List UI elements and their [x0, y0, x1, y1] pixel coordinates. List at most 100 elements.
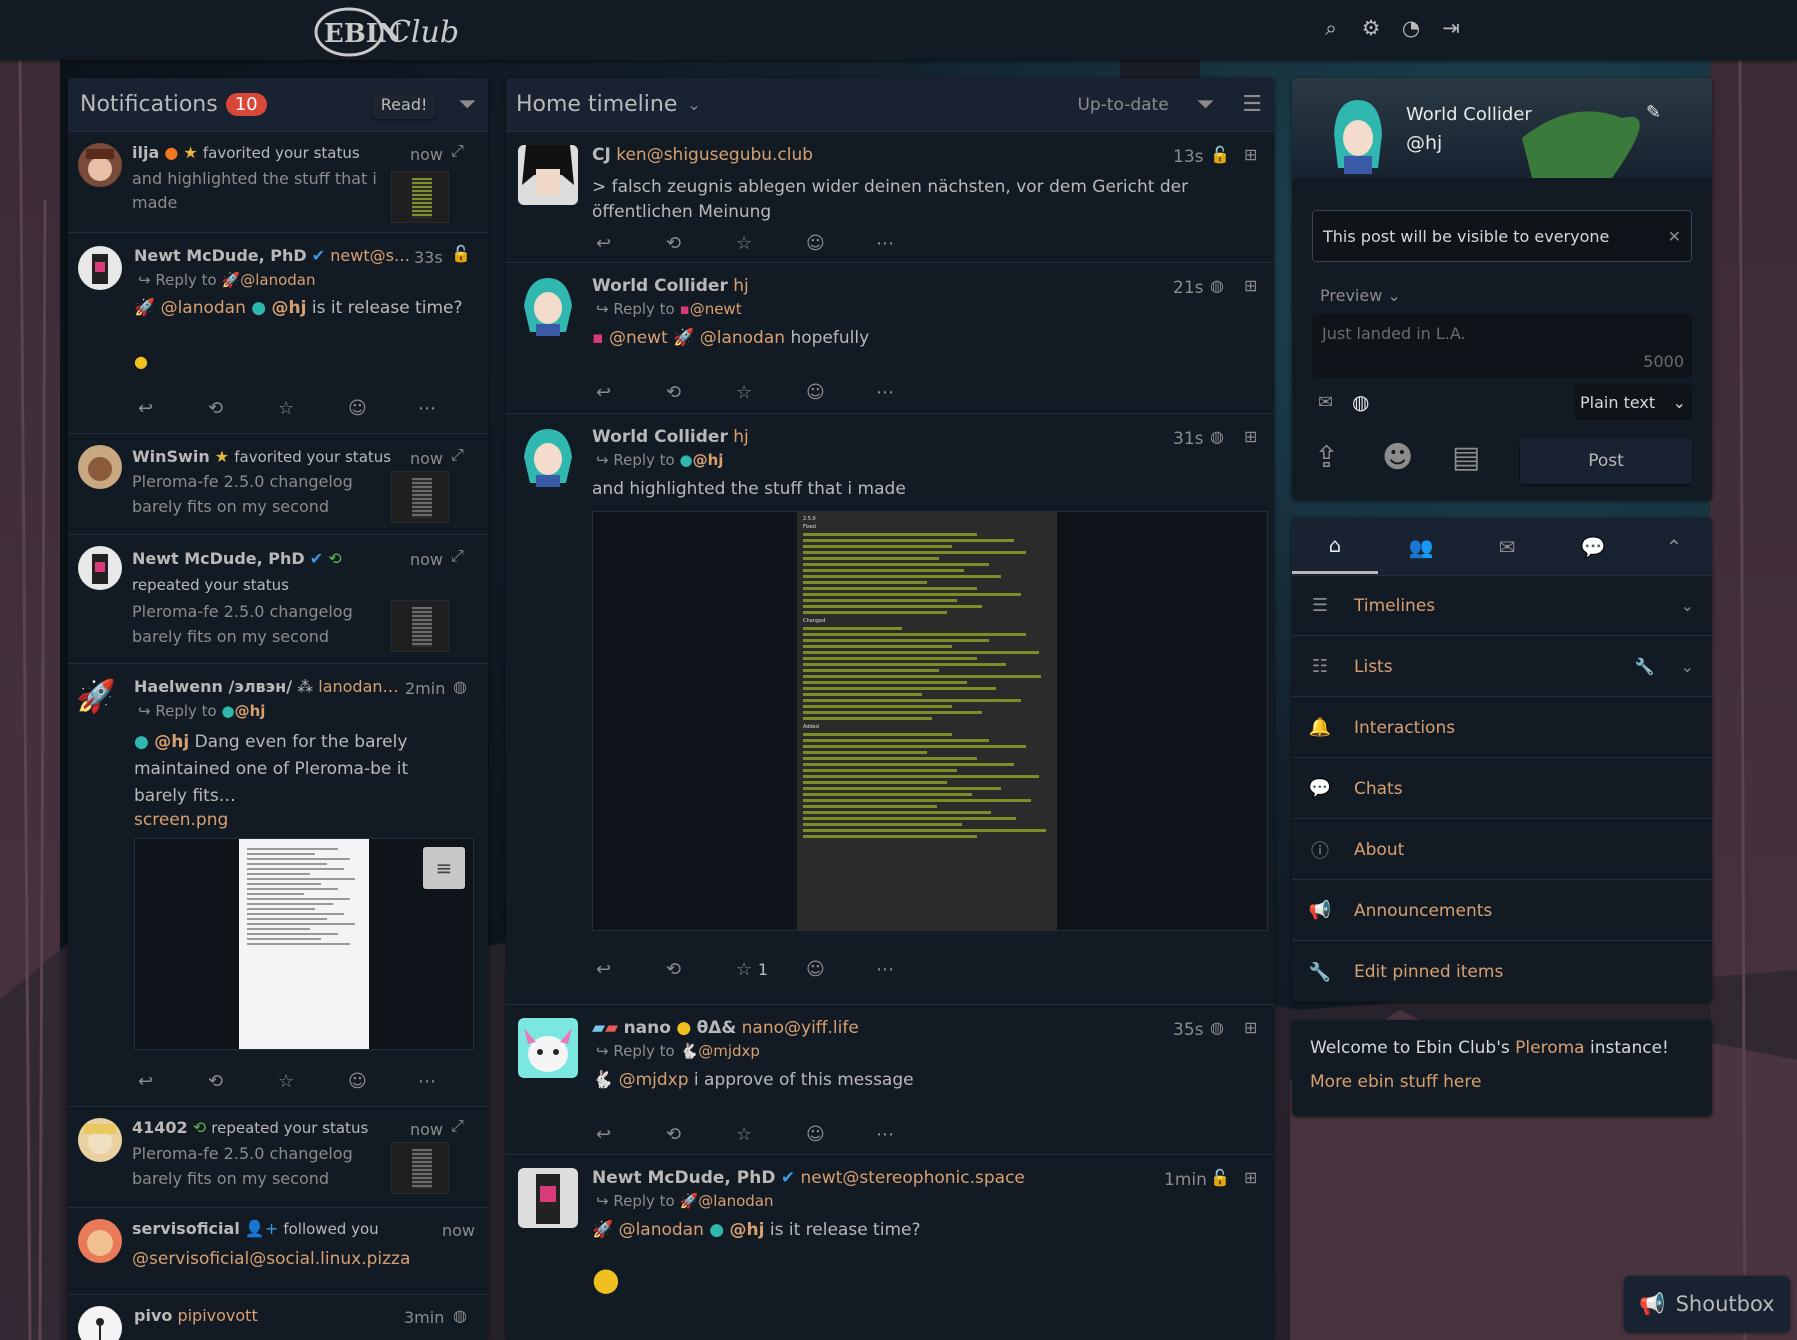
reply-target[interactable]: @lanodan [698, 1192, 773, 1210]
post-button[interactable]: Post [1520, 438, 1692, 484]
avatar[interactable] [78, 246, 122, 290]
mail-icon[interactable]: ✉ [1464, 535, 1550, 559]
favorite-icon[interactable]: ☆ [736, 382, 806, 403]
repeat-icon[interactable]: ⟲ [666, 959, 736, 980]
notification-item[interactable]: 41402 ⟲ repeated your status now ⤢ Plero… [68, 1108, 488, 1208]
notification-author[interactable]: ilja [132, 143, 159, 162]
post-textarea[interactable]: Just landed in L.A. 5000 [1312, 314, 1692, 378]
notification-item[interactable]: WinSwin ★ favorited your status now ⤢ Pl… [68, 435, 488, 535]
globe-icon[interactable]: ◍ [1352, 390, 1369, 414]
author-handle[interactable]: newt@s… [330, 246, 410, 265]
mail-icon[interactable]: ✉ [1318, 392, 1333, 413]
reply-target[interactable]: @hj [235, 702, 266, 720]
more-icon[interactable]: ⋯ [876, 382, 946, 403]
favorite-icon[interactable]: ☆ [736, 1124, 806, 1145]
notification-item[interactable]: 🚀 Haelwenn /элвэн/ ⁂ lanodan… 2min ◍ ↪ R… [68, 665, 488, 1107]
attachment-thumbnail[interactable] [391, 1142, 449, 1194]
avatar[interactable] [78, 445, 122, 489]
favorite-icon[interactable]: ☆ [278, 1071, 348, 1092]
notification-author[interactable]: pivo [134, 1306, 172, 1325]
profile-name[interactable]: World Collider [1406, 104, 1532, 125]
author-handle[interactable]: pipivovott [177, 1306, 257, 1325]
reply-icon[interactable]: ↩ [138, 1071, 208, 1092]
notification-time[interactable]: now [410, 145, 443, 164]
mention[interactable]: @lanodan [619, 1220, 704, 1240]
avatar[interactable] [518, 1018, 578, 1078]
author-handle[interactable]: lanodan… [318, 677, 398, 696]
attachment-thumbnail[interactable] [391, 171, 449, 223]
author-handle[interactable]: newt@stereophonic.space [801, 1168, 1025, 1188]
chevron-down-icon[interactable]: ⌄ [687, 95, 700, 114]
avatar[interactable]: 🚀 [76, 677, 120, 721]
reply-target[interactable]: @hj [693, 451, 724, 469]
notification-time[interactable]: 33s [414, 248, 443, 267]
favorite-icon[interactable]: ☆ 1 [736, 959, 806, 980]
chevron-down-icon[interactable]: ⌄ [1681, 657, 1694, 676]
expand-icon[interactable]: ⤢ [451, 445, 464, 465]
nav-item-timelines[interactable]: ☰ Timelines ⌄ [1292, 576, 1712, 636]
mention[interactable]: @hj [730, 1220, 765, 1240]
expand-icon[interactable]: ⤢ [451, 141, 464, 161]
home-icon[interactable]: ⌂ [1292, 519, 1378, 574]
expand-icon[interactable]: ⊞ [1244, 276, 1257, 295]
post-author[interactable]: Newt McDude, PhD [592, 1168, 775, 1188]
more-stuff-link[interactable]: More ebin stuff here [1310, 1072, 1694, 1092]
poll-icon[interactable]: ▤ [1452, 440, 1480, 475]
post-author[interactable]: World Collider [592, 427, 728, 447]
react-icon[interactable]: ☺ [806, 233, 876, 254]
author-handle[interactable]: hj [733, 276, 749, 296]
avatar[interactable] [78, 1306, 122, 1340]
more-icon[interactable]: ⋯ [876, 1124, 946, 1145]
notification-time[interactable]: now [410, 550, 443, 569]
notification-author[interactable]: 41402 [132, 1118, 188, 1137]
react-icon[interactable]: ☺ [806, 382, 876, 403]
post-time[interactable]: 1min [1164, 1170, 1207, 1190]
reply-icon[interactable]: ↩ [596, 382, 666, 403]
nav-item-interactions[interactable]: 🔔 Interactions [1292, 698, 1712, 758]
format-select[interactable]: Plain text ⌄ [1574, 384, 1692, 420]
react-icon[interactable]: ☺ [806, 959, 876, 980]
notification-item[interactable]: Newt McDude, PhD ✔ newt@s… 33s 🔓 ↪ Reply… [68, 234, 488, 434]
post-author[interactable]: nano [624, 1018, 671, 1038]
preview-toggle[interactable]: Preview [1320, 286, 1382, 305]
nav-item-edit-pinned[interactable]: 🔧 Edit pinned items [1292, 942, 1712, 1002]
expand-icon[interactable]: ⊞ [1244, 145, 1257, 164]
nav-item-chats[interactable]: 💬 Chats [1292, 759, 1712, 819]
post-time[interactable]: 35s [1173, 1020, 1204, 1040]
menu-icon[interactable]: ☰ [1242, 92, 1262, 117]
reply-target[interactable]: @newt [690, 300, 742, 318]
repeat-icon[interactable]: ⟲ [666, 382, 736, 403]
expand-icon[interactable]: ⤢ [451, 546, 464, 566]
friends-icon[interactable]: 👥 [1378, 535, 1464, 559]
notification-item[interactable]: ilja ● ★ favorited your status now ⤢ and… [68, 133, 488, 233]
post-time[interactable]: 21s [1173, 278, 1204, 298]
expand-icon[interactable]: ⊞ [1244, 1018, 1257, 1037]
react-icon[interactable]: ☺ [348, 1071, 418, 1092]
shoutbox-button[interactable]: 📢 Shoutbox [1624, 1276, 1790, 1332]
post-author[interactable]: CJ [592, 145, 611, 165]
mark-read-button[interactable]: Read! [371, 90, 437, 119]
chevron-up-icon[interactable]: ⌃ [1636, 535, 1712, 559]
chat-icon[interactable]: 💬 [1550, 535, 1636, 559]
repeat-icon[interactable]: ⟲ [666, 1124, 736, 1145]
notification-author[interactable]: Newt McDude, PhD [134, 246, 307, 265]
repeat-icon[interactable]: ⟲ [666, 233, 736, 254]
profile-handle[interactable]: @hj [1406, 132, 1442, 154]
attachment-thumbnail[interactable] [391, 600, 449, 652]
status-post[interactable]: World Collider hj 21s ◍ ⊞ ↪ Reply to ▪@n… [506, 264, 1274, 414]
author-handle[interactable]: ken@shigusegubu.club [616, 145, 813, 165]
gear-icon[interactable]: ⚙ [1358, 14, 1384, 42]
chevron-down-icon[interactable]: ⌄ [1387, 286, 1400, 305]
avatar[interactable] [78, 1219, 122, 1263]
reply-icon[interactable]: ↩ [596, 959, 666, 980]
filter-icon[interactable]: ⏷ [1197, 92, 1215, 117]
mention[interactable]: @mjdxp [619, 1070, 689, 1090]
repeat-icon[interactable]: ⟲ [208, 398, 278, 419]
favorite-icon[interactable]: ☆ [278, 398, 348, 419]
expand-icon[interactable]: ⊞ [1244, 1168, 1257, 1187]
attachment-thumbnail[interactable] [391, 471, 449, 523]
avatar[interactable] [518, 427, 578, 487]
status-post[interactable]: ▰▰ nano ● θΔ& nano@yiff.life 35s ◍ ⊞ ↪ R… [506, 1006, 1274, 1155]
attachment-link[interactable]: screen.png [134, 810, 228, 830]
image-attachment[interactable]: ≡ [134, 838, 474, 1050]
